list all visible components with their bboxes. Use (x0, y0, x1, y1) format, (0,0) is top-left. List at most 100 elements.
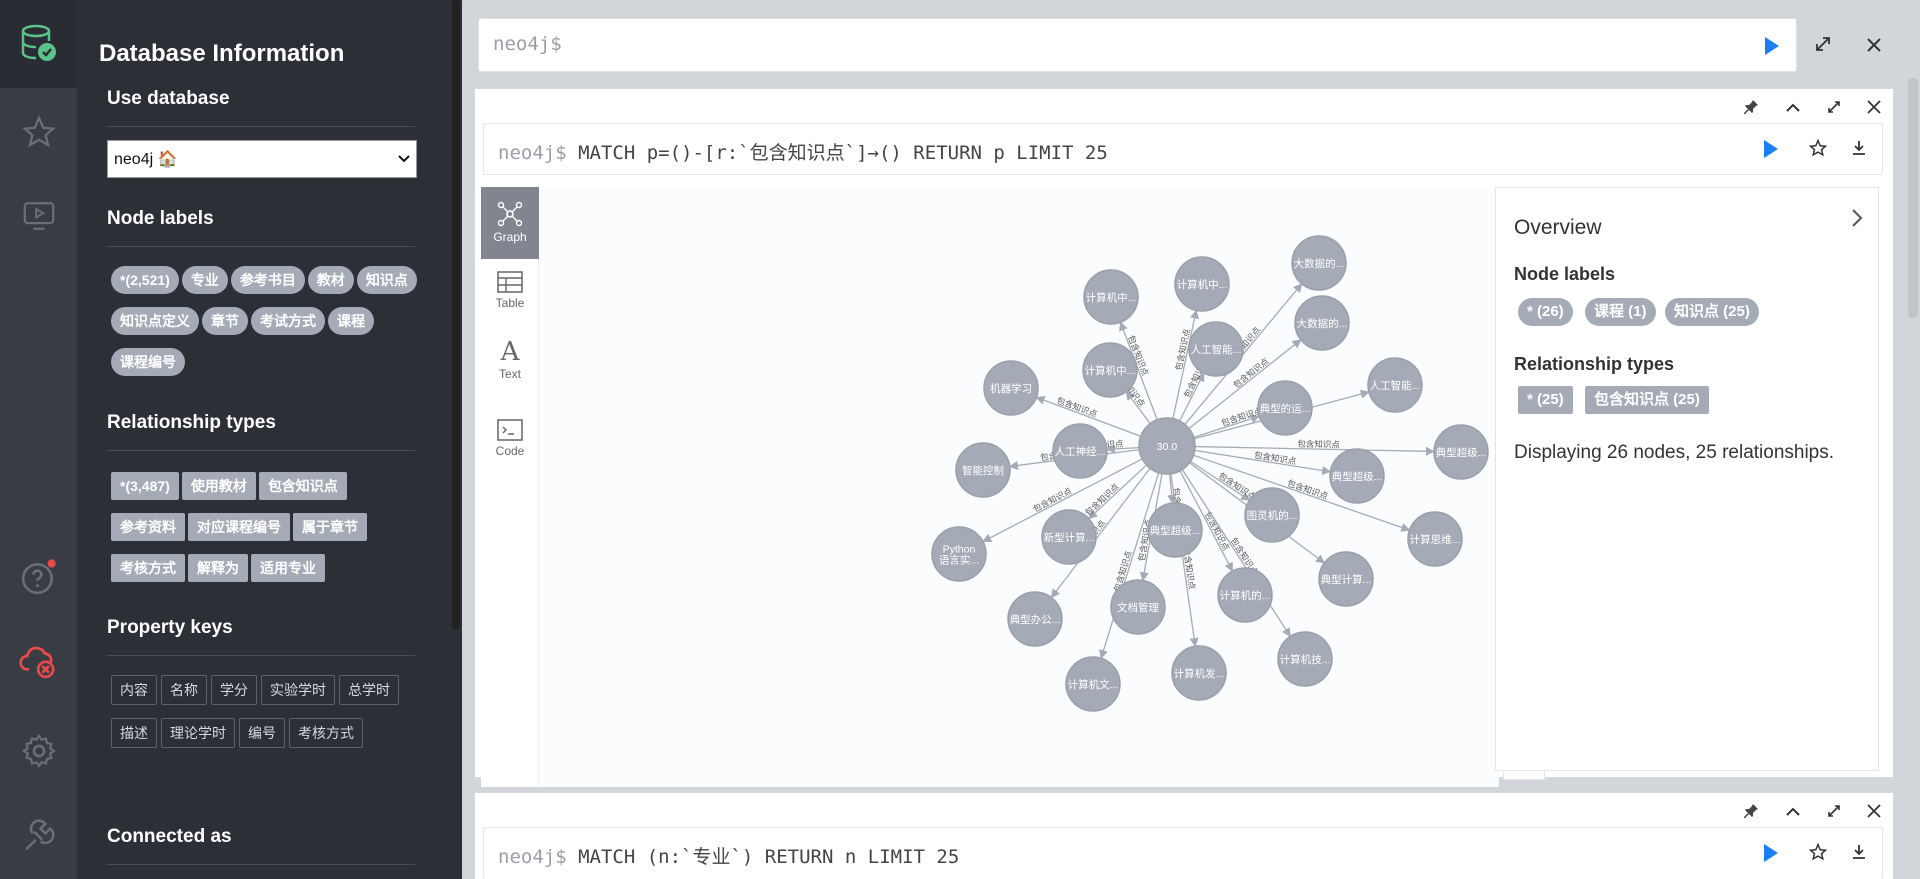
overview-node-label-chip[interactable]: 知识点 (25) (1665, 298, 1759, 326)
node-label: 大数据的... (1294, 257, 1345, 270)
run-query-icon[interactable] (1765, 37, 1779, 55)
relationship-type-chip[interactable]: 使用教材 (181, 472, 256, 500)
query-bar[interactable]: neo4j$ MATCH p=()-[r:`包含知识点`]→() RETURN … (483, 123, 1883, 175)
node-label: 人工智能... (1370, 379, 1421, 392)
text-icon: A (500, 337, 520, 367)
graph-canvas[interactable]: 包含知识点 包含知识点 包含知识点 包含知识点 包含知识点 包含知识点 包含知识点 包含知识点… (539, 187, 1545, 787)
node-label: 典型计算... (1321, 573, 1372, 586)
node-label-chip[interactable]: 考试方式 (251, 307, 325, 335)
expand-icon[interactable] (1826, 99, 1842, 115)
property-key-chip[interactable]: 描述 (111, 718, 157, 748)
query-editor[interactable]: neo4j$ (478, 18, 1797, 72)
main-scrollbar[interactable] (1908, 78, 1918, 318)
download-icon[interactable] (1850, 139, 1868, 157)
collapse-icon[interactable] (1785, 101, 1801, 113)
database-select[interactable]: neo4j 🏠 (107, 140, 417, 178)
node-label: 典型办公... (1010, 613, 1061, 626)
node-label-chip[interactable]: 专业 (181, 266, 228, 294)
graph-visualization[interactable]: 包含知识点 包含知识点 包含知识点包含知识点包含知识点包含知识点 包含知识点包含知识点… (539, 187, 1499, 787)
node-label: 典型超级... (1332, 470, 1383, 483)
favorites-tab[interactable] (0, 108, 77, 156)
property-key-chip[interactable]: 学分 (211, 675, 257, 705)
property-key-chip[interactable]: 总学时 (339, 675, 399, 705)
sidebar-scrollbar[interactable] (452, 0, 460, 630)
node-label-chip[interactable]: 知识点 (356, 266, 417, 294)
relationship-label: 包含知识点 (1253, 450, 1297, 467)
connected-as-heading: Connected as (107, 826, 415, 865)
rerun-query-icon[interactable] (1764, 140, 1778, 158)
star-icon[interactable] (1809, 139, 1827, 157)
property-key-chip[interactable]: 实验学时 (261, 675, 335, 705)
expand-icon[interactable] (1826, 803, 1842, 819)
relationship-label: 包含知识点 (1297, 439, 1340, 450)
node-label-chip[interactable]: 课程 (328, 307, 374, 335)
overview-node-label-chip[interactable]: * (26) (1518, 298, 1573, 326)
property-key-chip[interactable]: 考核方式 (289, 718, 363, 748)
property-key-chip[interactable]: 编号 (239, 718, 285, 748)
pin-icon[interactable] (1743, 803, 1759, 819)
tab-text[interactable]: A Text (481, 335, 539, 407)
overview-node-label-chip[interactable]: 课程 (1) (1585, 298, 1656, 326)
star-icon[interactable] (1809, 843, 1827, 861)
node-label: 典型的运... (1260, 402, 1311, 415)
node-label: 计算机技... (1280, 653, 1331, 666)
overview-rel-type-chip[interactable]: * (25) (1518, 386, 1573, 414)
query-prompt: neo4j$ (498, 142, 567, 164)
node-label-chip[interactable]: 课程编号 (111, 348, 185, 376)
plugins-tab[interactable] (0, 808, 77, 862)
guides-tab[interactable] (0, 192, 77, 240)
node-label-chip[interactable]: 参考书目 (230, 266, 305, 294)
node-label-chip[interactable]: 章节 (202, 307, 248, 335)
pin-icon[interactable] (1743, 99, 1759, 115)
relationship-type-chip[interactable]: 考核方式 (111, 554, 185, 582)
chevron-right-icon[interactable] (1851, 208, 1863, 228)
connection-status-tab[interactable] (0, 634, 77, 688)
tab-table[interactable]: Table (481, 263, 539, 335)
use-database-heading: Use database (107, 88, 415, 127)
settings-icon (21, 734, 56, 769)
relationship-type-chip[interactable]: *(3,487) (111, 472, 179, 500)
download-icon[interactable] (1850, 843, 1868, 861)
graph-icon (497, 201, 523, 227)
close-icon[interactable] (1867, 804, 1881, 818)
property-keys-section: Property keys (107, 617, 415, 656)
node-label: 计算机中... (1085, 364, 1136, 377)
property-keys-list: 内容 名称 学分 实验学时 总学时描述 理论学时 编号 考核方式 (111, 675, 421, 761)
node-label: 智能控制 (962, 464, 1004, 477)
database-icon (21, 24, 56, 61)
relationship-types-list: *(3,487) 使用教材 包含知识点参考资料 对应课程编号 属于章节考核方式 解释为 适用… (111, 472, 421, 595)
rerun-query-icon[interactable] (1764, 844, 1778, 862)
settings-tab[interactable] (0, 724, 77, 778)
star-icon (21, 115, 56, 148)
node-label: 典型超级... (1150, 524, 1201, 537)
database-tab[interactable] (0, 0, 77, 88)
database-select-value: neo4j 🏠 (114, 151, 178, 168)
help-tab[interactable] (0, 550, 77, 604)
overview-rel-type-chip[interactable]: 包含知识点 (25) (1585, 386, 1709, 414)
relationship-type-chip[interactable]: 属于章节 (293, 513, 367, 541)
query-bar[interactable]: neo4j$ MATCH (n:`专业`) RETURN n LIMIT 25 (483, 827, 1883, 879)
relationship-type-chip[interactable]: 解释为 (188, 554, 248, 582)
node-label-chip[interactable]: *(2,521) (111, 266, 179, 294)
relationship-type-chip[interactable]: 对应课程编号 (188, 513, 290, 541)
editor-prompt: neo4j$ (493, 33, 562, 55)
relationship-type-chip[interactable]: 适用专业 (251, 554, 325, 582)
property-key-chip[interactable]: 名称 (161, 675, 207, 705)
node-labels-section: Node labels (107, 208, 415, 247)
fullscreen-icon[interactable] (1814, 35, 1832, 53)
node-label-chip[interactable]: 知识点定义 (111, 307, 199, 335)
close-icon[interactable] (1867, 100, 1881, 114)
relationship-type-chip[interactable]: 包含知识点 (258, 472, 347, 500)
property-key-chip[interactable]: 内容 (111, 675, 157, 705)
relationship-type-chip[interactable]: 参考资料 (111, 513, 185, 541)
node-label-chip[interactable]: 教材 (307, 266, 354, 294)
close-icon[interactable] (1866, 37, 1882, 53)
relationship-label: 包含知识点 (1203, 510, 1232, 553)
tab-code[interactable]: Code (481, 409, 539, 481)
icon-sidebar (0, 0, 77, 879)
property-key-chip[interactable]: 理论学时 (161, 718, 235, 748)
code-icon (497, 419, 523, 441)
tab-graph[interactable]: Graph (481, 187, 539, 259)
relationship-types-section: Relationship types (107, 412, 415, 451)
collapse-icon[interactable] (1785, 805, 1801, 817)
